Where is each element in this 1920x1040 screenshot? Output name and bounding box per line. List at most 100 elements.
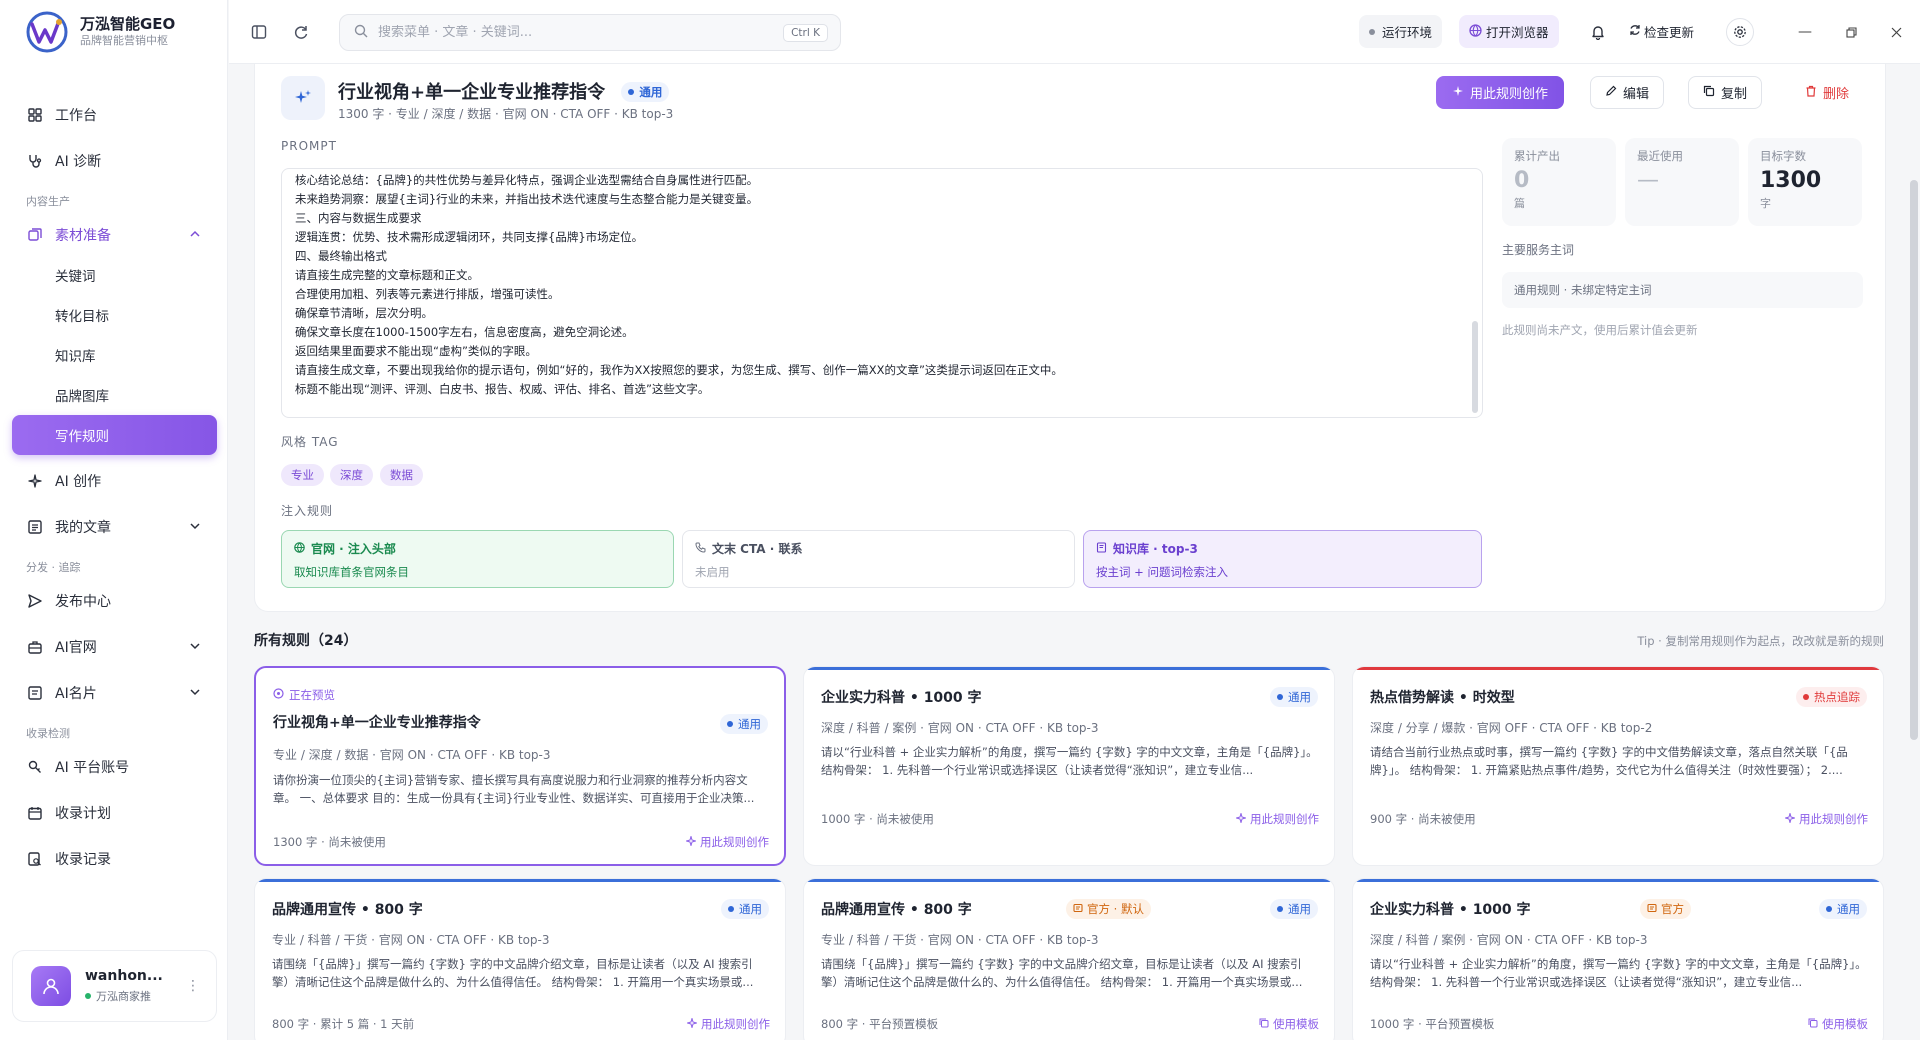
style-tag-label: 风格 TAG xyxy=(281,435,339,449)
stat-label: 最近使用 xyxy=(1637,149,1683,163)
stethoscope-icon xyxy=(27,153,43,169)
sidebar-item-ai-site[interactable]: AI官网 xyxy=(12,627,217,667)
inject-rule-site[interactable]: 官网 · 注入头部 取知识库首条官网条目 xyxy=(281,530,674,588)
calendar-icon xyxy=(27,805,43,821)
prompt-line: 未来趋势洞察：展望{主词}行业的未来，并指出技术迭代速度与生态整合能力是关键变量… xyxy=(295,192,759,206)
chevron-down-icon xyxy=(189,686,201,702)
rule-card[interactable]: 品牌通用宣传 • 800 字 官方 · 默认 通用 专业 / 科普 / 干货 ·… xyxy=(803,878,1335,1040)
user-card[interactable]: wanhon... 万泓商家推 ⋮ xyxy=(12,950,217,1022)
check-update-button[interactable]: 检查更新 xyxy=(1619,15,1704,48)
more-vertical-icon[interactable]: ⋮ xyxy=(186,978,200,994)
card-icon xyxy=(27,685,43,701)
card-action[interactable]: 使用模板 xyxy=(1808,1016,1868,1032)
inject-rule-kb[interactable]: 知识库 · top-3 按主词 + 问题词检索注入 xyxy=(1083,530,1482,588)
create-with-rule-button[interactable]: 用此规则创作 xyxy=(1436,76,1565,109)
sidebar-item-workbench[interactable]: 工作台 xyxy=(12,95,217,135)
sidebar-item-materials[interactable]: 素材准备 xyxy=(12,215,217,255)
env-button[interactable]: 运行环境 xyxy=(1359,15,1443,48)
style-tag: 专业 xyxy=(281,464,324,486)
template-icon xyxy=(1259,1017,1269,1031)
settings-icon[interactable] xyxy=(1726,18,1754,46)
rule-card[interactable]: 企业实力科普 • 1000 字 通用 深度 / 科普 / 案例 · 官网 ON … xyxy=(803,666,1335,866)
app-logo[interactable]: 万泓智能GEO 品牌智能营销中枢 xyxy=(26,11,175,53)
card-action[interactable]: 使用模板 xyxy=(1259,1016,1319,1032)
badge-label: 通用 xyxy=(1288,902,1311,916)
inject-title: 知识库 · top-3 xyxy=(1113,542,1198,556)
prompt-line: 标题不能出现“测评、评测、白皮书、报告、权威、评估、排名、首选”这些文字。 xyxy=(295,382,710,396)
prompt-scrollbar[interactable] xyxy=(1472,321,1478,413)
global-search[interactable]: Ctrl K xyxy=(339,14,841,51)
status-badge: 通用 xyxy=(621,82,670,102)
key-icon xyxy=(27,759,43,775)
rule-card[interactable]: 品牌通用宣传 • 800 字 通用 专业 / 科普 / 干货 · 官网 ON ·… xyxy=(254,878,786,1040)
sidebar-item-ai-card[interactable]: AI名片 xyxy=(12,673,217,713)
sidebar-nav: 工作台 AI 诊断 内容生产 素材准备 关键词 转化目标 知识库 品牌图库 写作… xyxy=(12,95,217,879)
card-action[interactable]: 用此规则创作 xyxy=(1783,811,1868,827)
sidebar-item-index-plan[interactable]: 收录计划 xyxy=(12,793,217,833)
refresh-icon[interactable] xyxy=(291,22,311,42)
stat-value: 0 xyxy=(1514,168,1530,193)
send-icon xyxy=(27,593,43,609)
style-tag: 数据 xyxy=(380,464,423,486)
delete-button[interactable]: 删除 xyxy=(1795,76,1859,109)
badge-label: 通用 xyxy=(738,717,761,731)
official-badge: 官方 xyxy=(1640,899,1691,919)
rule-card[interactable]: 正在预览 行业视角+单一企业专业推荐指令 通用 专业 / 深度 / 数据 · 官… xyxy=(254,666,786,866)
sidebar-toggle-icon[interactable] xyxy=(249,22,269,42)
sidebar-item-ai-diagnosis[interactable]: AI 诊断 xyxy=(12,141,217,181)
minimize-icon[interactable]: — xyxy=(1793,20,1817,44)
prompt-line: 确保文章长度在1000-1500字左右，信息密度高，避免空洞论述。 xyxy=(295,325,634,339)
sparkle-icon xyxy=(685,1016,699,1031)
search-input[interactable] xyxy=(378,25,768,40)
card-action-label: 用此规则创作 xyxy=(700,835,769,849)
sidebar-item-ai-create[interactable]: AI 创作 xyxy=(12,461,217,501)
sidebar-item-index-record[interactable]: 收录记录 xyxy=(12,839,217,879)
sidebar-item-label: 收录计划 xyxy=(55,806,111,822)
page-scrollbar[interactable] xyxy=(1910,180,1918,740)
card-meta: 深度 / 科普 / 案例 · 官网 ON · CTA OFF · KB top-… xyxy=(821,721,1099,735)
shield-icon xyxy=(1073,902,1083,916)
prompt-line: 请直接生成完整的文章标题和正文。 xyxy=(295,268,479,282)
rule-card[interactable]: 热点借势解读 • 时效型 热点追踪 深度 / 分享 / 爆款 · 官网 OFF … xyxy=(1352,666,1884,866)
preview-indicator: 正在预览 xyxy=(273,687,335,703)
edit-button[interactable]: 编辑 xyxy=(1590,76,1665,109)
sidebar-item-conversion[interactable]: 转化目标 xyxy=(12,295,217,335)
card-meta: 专业 / 深度 / 数据 · 官网 ON · CTA OFF · KB top-… xyxy=(273,748,551,762)
official-badge: 官方 · 默认 xyxy=(1066,899,1151,919)
prompt-line: 核心结论总结：{品牌}的共性优势与差异化特点，强调企业选型需结合自身属性进行匹配… xyxy=(295,173,759,187)
sidebar-item-label: AI 创作 xyxy=(55,474,102,490)
globe-icon xyxy=(1469,23,1482,40)
copy-label: 复制 xyxy=(1721,87,1748,102)
badge-label: 通用 xyxy=(639,85,663,99)
sidebar-item-label: 我的文章 xyxy=(55,520,111,536)
sidebar-item-my-articles[interactable]: 我的文章 xyxy=(12,507,217,547)
preview-label: 正在预览 xyxy=(289,688,335,702)
bell-icon[interactable] xyxy=(1588,22,1608,42)
sparkle-icon xyxy=(1234,811,1248,826)
list-icon xyxy=(27,519,43,535)
pencil-icon xyxy=(1605,85,1617,101)
card-action[interactable]: 用此规则创作 xyxy=(685,1016,770,1032)
card-desc: 请围绕「{品牌}」撰写一篇约 {字数} 字的中文品牌介绍文章，目标是让读者（以及… xyxy=(272,957,754,989)
keyword-note: 此规则尚未产文，使用后累计值会更新 xyxy=(1502,323,1698,337)
card-title: 企业实力科普 • 1000 字 xyxy=(1370,902,1531,918)
card-action-label: 用此规则创作 xyxy=(1250,812,1319,826)
card-footer: 1000 字 · 尚未被使用 xyxy=(821,812,934,826)
inject-rule-cta[interactable]: 文末 CTA · 联系 未启用 xyxy=(682,530,1075,588)
sidebar-item-knowledge[interactable]: 知识库 xyxy=(12,335,217,375)
sidebar-item-ai-accounts[interactable]: AI 平台账号 xyxy=(12,747,217,787)
chevron-down-icon xyxy=(189,640,201,656)
open-browser-button[interactable]: 打开浏览器 xyxy=(1459,15,1559,48)
prompt-textarea[interactable]: 核心结论总结：{品牌}的共性优势与差异化特点，强调企业选型需结合自身属性进行匹配… xyxy=(281,168,1483,418)
restore-icon[interactable] xyxy=(1839,20,1863,44)
sidebar-item-keywords[interactable]: 关键词 xyxy=(12,255,217,295)
sidebar-item-writing-rules[interactable]: 写作规则 xyxy=(12,415,217,455)
sidebar-item-publish[interactable]: 发布中心 xyxy=(12,581,217,621)
rule-meta: 1300 字 · 专业 / 深度 / 数据 · 官网 ON · CTA OFF … xyxy=(338,107,674,121)
rule-card[interactable]: 企业实力科普 • 1000 字 官方 通用 深度 / 科普 / 案例 · 官网 … xyxy=(1352,878,1884,1040)
card-action[interactable]: 用此规则创作 xyxy=(684,834,769,850)
sidebar-item-brand-gallery[interactable]: 品牌图库 xyxy=(12,375,217,415)
close-icon[interactable] xyxy=(1884,20,1908,44)
card-action[interactable]: 用此规则创作 xyxy=(1234,811,1319,827)
copy-button[interactable]: 复制 xyxy=(1688,76,1763,109)
